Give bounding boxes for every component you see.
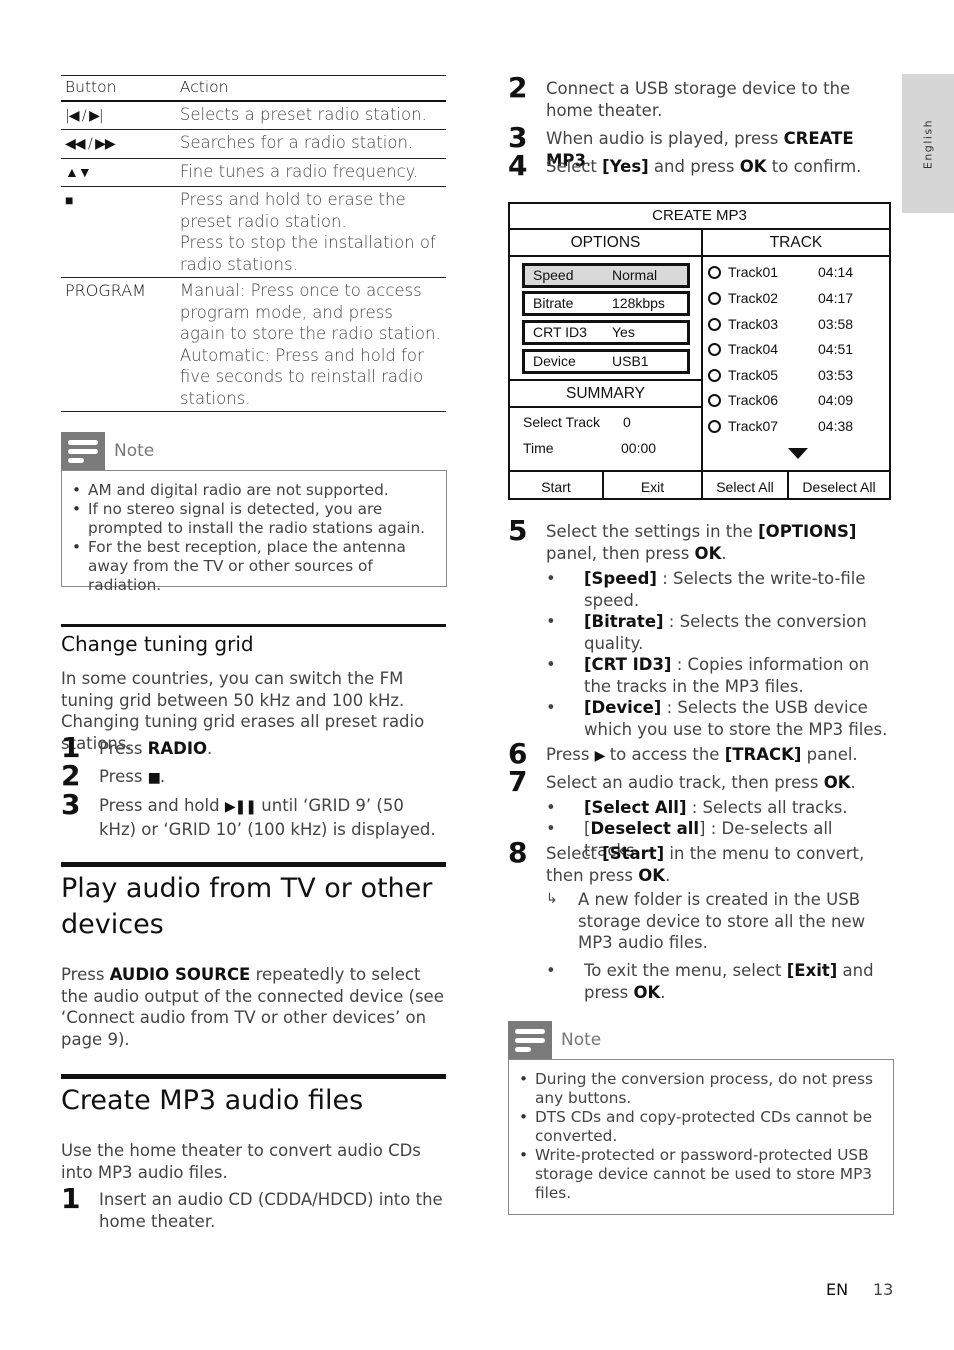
rewind-fastforward-icon: ◀◀ / ▶▶ — [65, 136, 116, 152]
bullet-bitrate: • [Bitrate] : Selects the conversion qual… — [546, 612, 867, 653]
note-icon — [508, 1021, 552, 1059]
option-speed[interactable]: Speed Normal — [522, 263, 690, 288]
option-device[interactable]: Device USB1 — [522, 349, 690, 374]
note-item: DTS CDs and copy-protected CDs cannot be… — [517, 1108, 885, 1146]
create-step-6: 6 Press ▶ to access the [TRACK] panel. — [508, 737, 858, 770]
section-rule — [61, 624, 446, 627]
stop-icon: ■ — [65, 193, 74, 209]
row-action: Press and hold to erase the preset radio… — [175, 186, 446, 278]
deselect-all-button[interactable]: Deselect All — [789, 474, 889, 500]
radio-icon — [708, 343, 721, 356]
radio-icon — [708, 292, 721, 305]
header-button: Button — [61, 75, 176, 102]
row-action: Manual: Press once to access program mod… — [175, 277, 446, 412]
create-step-4: 4 Select [Yes] and press OK to confirm. — [508, 149, 862, 182]
bullet-select-all: • [Select All] : Selects all tracks. — [546, 798, 848, 817]
summary-select-track-value: 0 — [623, 414, 631, 430]
create-step-1: 1 Insert an audio CD (CDDA/HDCD) into th… — [61, 1182, 443, 1231]
summary-time-label: Time — [523, 440, 554, 456]
note-content: AM and digital radio are not supported. … — [61, 470, 447, 594]
create-step-5: 5 Select the settings in the [OPTIONS] p… — [508, 514, 857, 563]
language-tab: English — [902, 74, 954, 213]
previous-next-icon: |◀ / ▶| — [65, 107, 104, 124]
section-rule — [61, 1074, 446, 1079]
create-step-7: 7 Select an audio track, then press OK. — [508, 765, 856, 798]
program-key: PROGRAM — [61, 277, 176, 412]
row-action: Selects a preset radio station. — [175, 100, 446, 130]
track-header: TRACK — [769, 234, 823, 251]
note-item: For the best reception, place the antenn… — [70, 538, 438, 595]
language-tab-label: English — [921, 118, 935, 170]
page-number: 13 — [873, 1280, 894, 1299]
note-icon — [61, 432, 105, 470]
tuning-step-3: 3 Press and hold ▶❚❚ until ‘GRID 9’ (50 … — [61, 788, 436, 839]
table-row: ▲▼ Fine tunes a radio frequency. — [61, 158, 446, 187]
table-row: |◀ / ▶| Selects a preset radio station. — [61, 100, 446, 130]
note-item: If no stereo signal is detected, you are… — [70, 500, 438, 538]
tuning-step-1: 1 Press RADIO. — [61, 731, 213, 764]
radio-icon — [708, 266, 721, 279]
create-mp3-screen: CREATE MP3 OPTIONS TRACK Speed Normal Bit… — [508, 202, 891, 500]
summary-header: SUMMARY — [566, 385, 645, 402]
summary-time-value: 00:00 — [621, 440, 657, 456]
table-header-row: Button Action — [61, 75, 446, 102]
tuning-heading: Change tuning grid — [61, 632, 254, 656]
row-action: Fine tunes a radio frequency. — [175, 158, 446, 187]
bullet-crt-id3: • [CRT ID3] : Copies information on the t… — [546, 655, 870, 696]
create-step-8: 8 Select [Start] in the menu to convert,… — [508, 836, 865, 885]
bullet-speed: • [Speed] : Selects the write-to-file spe… — [546, 569, 866, 610]
step-8-result: ↳ A new folder is created in the USB sto… — [546, 890, 866, 952]
footer-language: EN — [826, 1280, 849, 1299]
exit-button[interactable]: Exit — [604, 474, 701, 500]
option-crt-id3[interactable]: CRT ID3 Yes — [522, 320, 690, 345]
create-mp3-heading: Create MP3 audio files — [61, 1085, 364, 1116]
stop-icon: ■ — [147, 770, 161, 786]
table-row: ◀◀ / ▶▶ Searches for a radio station. — [61, 129, 446, 159]
note-item: During the conversion process, do not pr… — [517, 1070, 885, 1108]
play-audio-heading: Play audio from TV or other devices — [61, 873, 433, 940]
table-row: ■ Press and hold to erase the preset rad… — [61, 186, 446, 278]
table-row: PROGRAM Manual: Press once to access pro… — [61, 277, 446, 412]
note-content: During the conversion process, do not pr… — [508, 1059, 894, 1215]
radio-icon — [708, 394, 721, 407]
select-all-button[interactable]: Select All — [703, 474, 787, 500]
scroll-down-arrow-icon[interactable] — [788, 448, 808, 459]
note-label: Note — [561, 1030, 602, 1050]
start-button[interactable]: Start — [510, 474, 602, 500]
radio-icon — [708, 318, 721, 331]
result-arrow-icon: ↳ — [546, 891, 558, 907]
play-audio-text: Press AUDIO SOURCE repeatedly to select … — [61, 965, 444, 1049]
create-mp3-intro: Use the home theater to convert audio CD… — [61, 1141, 421, 1182]
bullet-device: • [Device] : Selects the USB device which… — [546, 698, 888, 739]
button-action-table: Button Action |◀ / ▶| Selects a preset r… — [61, 75, 446, 412]
tuning-step-2: 2 Press ■. — [61, 759, 166, 792]
summary-select-track-label: Select Track — [523, 414, 601, 430]
radio-icon — [708, 420, 721, 433]
header-action: Action — [175, 75, 446, 102]
row-action: Searches for a radio station. — [175, 129, 446, 159]
note-label: Note — [114, 441, 155, 461]
button-action-table-wrap: Button Action |◀ / ▶| Selects a preset r… — [61, 75, 446, 412]
screen-title: CREATE MP3 — [652, 207, 747, 224]
option-bitrate[interactable]: Bitrate 128kbps — [522, 291, 690, 316]
options-header: OPTIONS — [570, 234, 641, 251]
bullet-exit: • To exit the menu, select [Exit] and pre… — [546, 961, 874, 1002]
note-item: Write-protected or password-protected US… — [517, 1146, 885, 1203]
note-item: AM and digital radio are not supported. — [70, 481, 438, 500]
play-icon: ▶ — [594, 748, 606, 764]
radio-icon — [708, 369, 721, 382]
create-step-2: 2 Connect a USB storage device to the ho… — [508, 71, 851, 120]
up-down-icon: ▲▼ — [65, 164, 92, 181]
section-rule — [61, 862, 446, 867]
play-pause-icon: ▶❚❚ — [224, 799, 257, 815]
